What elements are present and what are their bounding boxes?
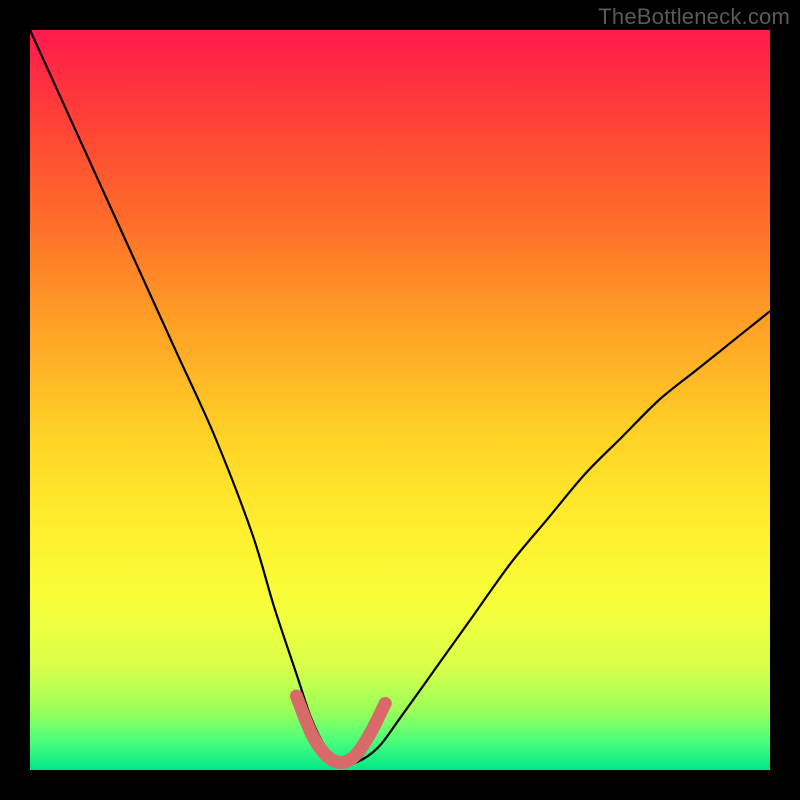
watermark-text: TheBottleneck.com [598,4,790,30]
plot-area [30,30,770,770]
chart-frame: TheBottleneck.com [0,0,800,800]
bottleneck-curve [30,30,770,764]
bottleneck-curve-svg [30,30,770,770]
